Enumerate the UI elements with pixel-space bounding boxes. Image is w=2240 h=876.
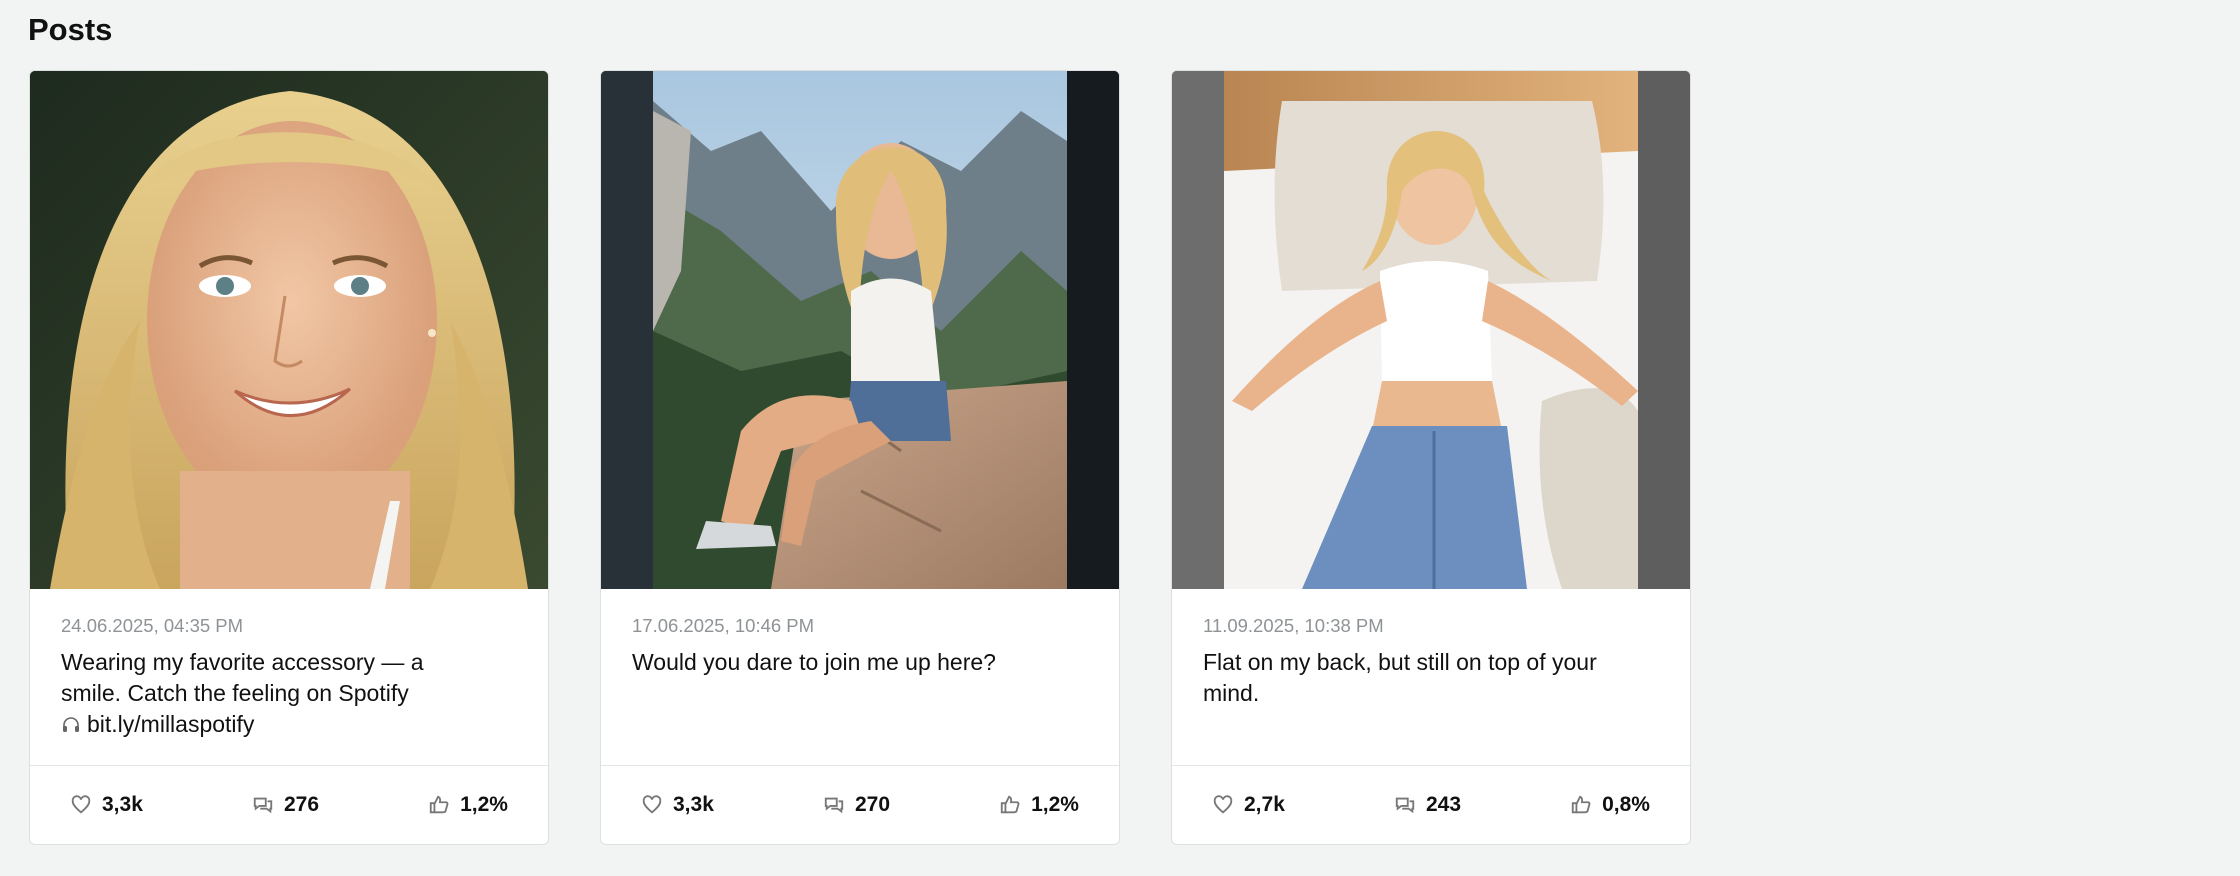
posts-title: Posts [28, 12, 113, 47]
likes-stat: 2,7k [1212, 793, 1285, 817]
likes-count: 3,3k [102, 792, 143, 816]
post-body: 24.06.2025, 04:35 PM Wearing my favorite… [30, 589, 548, 766]
thumbs-up-icon [429, 795, 449, 813]
engagement-rate: 0,8% [1602, 792, 1650, 816]
comments-count: 243 [1425, 792, 1462, 816]
heart-icon [71, 794, 91, 814]
post-image[interactable] [601, 71, 1119, 589]
post-stats: 3,3k 270 1,2% [601, 765, 1119, 844]
comments-icon [253, 797, 273, 813]
post-date: 24.06.2025, 04:35 PM [61, 615, 244, 636]
headphones-icon [61, 712, 81, 743]
thumbs-up-icon [1000, 795, 1020, 813]
post-date: 11.09.2025, 10:38 PM [1203, 615, 1384, 636]
post-stats: 3,3k 276 1,2% [30, 765, 548, 844]
post-link[interactable]: bit.ly/millaspotify [87, 711, 254, 737]
post-image[interactable] [30, 71, 548, 589]
post-caption: Would you dare to join me up here? [632, 649, 996, 675]
heart-icon [642, 794, 662, 814]
engagement-rate: 1,2% [1031, 792, 1079, 816]
post-card[interactable]: 11.09.2025, 10:38 PM Flat on my back, bu… [1171, 70, 1691, 845]
post-body: 11.09.2025, 10:38 PM Flat on my back, bu… [1172, 589, 1690, 766]
portrait-closeup-photo [30, 71, 548, 589]
comments-icon [824, 797, 844, 813]
mountain-cliff-photo [601, 71, 1119, 589]
thumbs-up-icon [1571, 795, 1591, 813]
comments-stat: 276 [252, 793, 319, 817]
post-date: 17.06.2025, 10:46 PM [632, 615, 815, 636]
post-stats: 2,7k 243 0,8% [1172, 765, 1690, 844]
comments-icon [1395, 797, 1415, 813]
engagement-stat: 1,2% [428, 793, 508, 817]
post-card[interactable]: 17.06.2025, 10:46 PM Would you dare to j… [600, 70, 1120, 845]
post-caption-text: Wearing my favorite accessory — a smile.… [61, 649, 424, 706]
post-caption: Wearing my favorite accessory — a smile.… [61, 647, 481, 743]
post-body: 17.06.2025, 10:46 PM Would you dare to j… [601, 589, 1119, 766]
comments-count: 270 [854, 792, 891, 816]
comments-stat: 270 [823, 793, 890, 817]
likes-count: 2,7k [1244, 792, 1285, 816]
bed-lying-photo [1172, 71, 1690, 589]
likes-stat: 3,3k [70, 793, 143, 817]
post-caption: Flat on my back, but still on top of you… [1203, 649, 1597, 706]
likes-count: 3,3k [673, 792, 714, 816]
heart-icon [1213, 794, 1233, 814]
post-image[interactable] [1172, 71, 1690, 589]
comments-stat: 243 [1394, 793, 1461, 817]
engagement-stat: 1,2% [999, 793, 1079, 817]
comments-count: 276 [283, 792, 320, 816]
likes-stat: 3,3k [641, 793, 714, 817]
posts-grid: 24.06.2025, 04:35 PM Wearing my favorite… [29, 70, 1691, 845]
engagement-stat: 0,8% [1570, 793, 1650, 817]
engagement-rate: 1,2% [460, 792, 508, 816]
post-card[interactable]: 24.06.2025, 04:35 PM Wearing my favorite… [29, 70, 549, 845]
